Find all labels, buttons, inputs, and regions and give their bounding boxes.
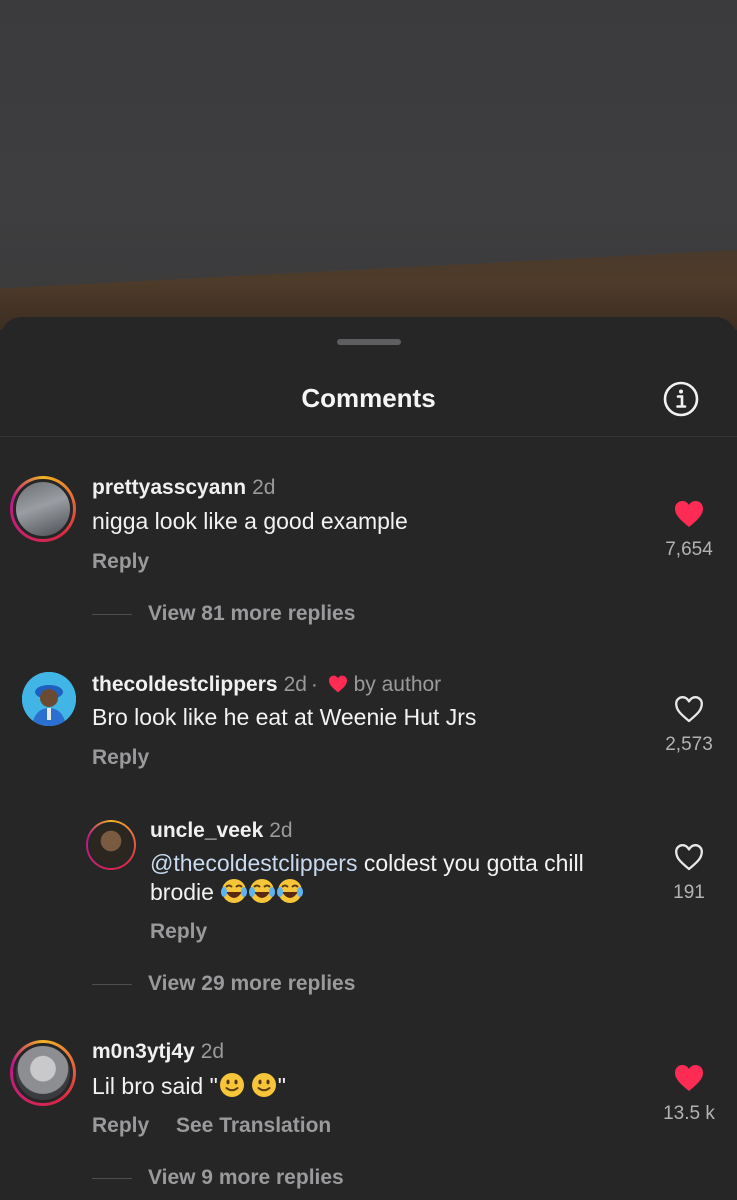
heart-outline-icon [675,696,703,723]
comment-username[interactable]: prettyasscyann [92,476,246,499]
view-more-replies[interactable]: View 81 more replies [92,602,355,626]
like-count: 191 [673,882,705,903]
view-more-label: View 81 more replies [148,602,356,625]
comment-text-line2: brodie [150,879,214,905]
avatar[interactable] [10,1040,76,1106]
liked-by-author: by author [353,673,442,696]
header-divider [0,436,737,437]
separator-dot: · [310,673,318,696]
like-button[interactable]: 13.5 k [649,1064,729,1125]
tears-of-joy-emoji [276,877,304,911]
sheet-title: Comments [301,383,436,413]
comment-text: nigga look like a good example [92,508,408,534]
video-backdrop [0,0,737,330]
view-more-label: View 9 more replies [148,1166,344,1189]
heart-filled-icon [328,675,347,693]
divider-line [92,613,132,615]
reply-button[interactable]: Reply [150,920,207,944]
comment-username[interactable]: m0n3ytj4y [92,1040,195,1063]
heart-filled-icon [675,501,703,527]
drag-handle[interactable] [337,339,401,345]
comment-time: 2d [269,819,293,842]
comment-text: @thecoldestclippers coldest you gotta ch… [150,849,640,911]
like-count: 2,573 [665,734,713,755]
like-count: 13.5 k [663,1103,715,1124]
slightly-smiling-emoji [250,1071,278,1105]
view-more-label: View 29 more replies [148,972,356,995]
reply-button[interactable]: Reply [92,1114,149,1138]
tears-of-joy-emoji [220,877,248,911]
reply-button[interactable]: Reply [92,746,149,770]
see-translation-button[interactable]: See Translation [176,1114,331,1138]
like-count: 7,654 [665,539,713,560]
heart-outline-icon [675,844,703,871]
heart-filled-icon [675,1065,703,1091]
like-button[interactable]: 7,654 [649,500,729,561]
comment-username[interactable]: thecoldestclippers [92,673,278,696]
tears-of-joy-emoji [248,877,276,911]
comment-text: Bro look like he eat at Weenie Hut Jrs [92,704,477,730]
view-more-replies[interactable]: View 9 more replies [92,1166,344,1190]
comment-text-part: coldest you gotta chill [357,850,584,876]
mention-link[interactable]: @thecoldestclippers [150,850,357,876]
reply-button[interactable]: Reply [92,550,149,574]
comment-text-part: Lil bro said " [92,1073,218,1099]
avatar-illustration [22,672,76,726]
view-more-replies[interactable]: View 29 more replies [92,972,355,996]
info-button[interactable] [663,381,699,417]
avatar[interactable] [22,672,76,726]
divider-line [92,1177,132,1179]
like-button[interactable]: 2,573 [649,695,729,756]
comment-text: Lil bro said " " [92,1071,286,1105]
avatar[interactable] [86,820,136,870]
comment-text-part: " [277,1073,286,1099]
comment-username-line: thecoldestclippers 2d · by author [92,673,441,697]
comment-username-line: m0n3ytj4y 2d [92,1040,224,1064]
comment-time: 2d [252,476,276,499]
avatar[interactable] [10,476,76,542]
slightly-smiling-emoji [218,1071,246,1105]
comment-time: 2d [200,1040,225,1063]
comment-username-line: prettyasscyann 2d [92,476,275,500]
comment-username[interactable]: uncle_veek [150,819,263,842]
like-button[interactable]: 191 [649,843,729,904]
comment-time: 2d [283,673,307,696]
divider-line [92,983,132,985]
info-icon [663,381,699,417]
comment-username-line: uncle_veek 2d [150,819,293,843]
